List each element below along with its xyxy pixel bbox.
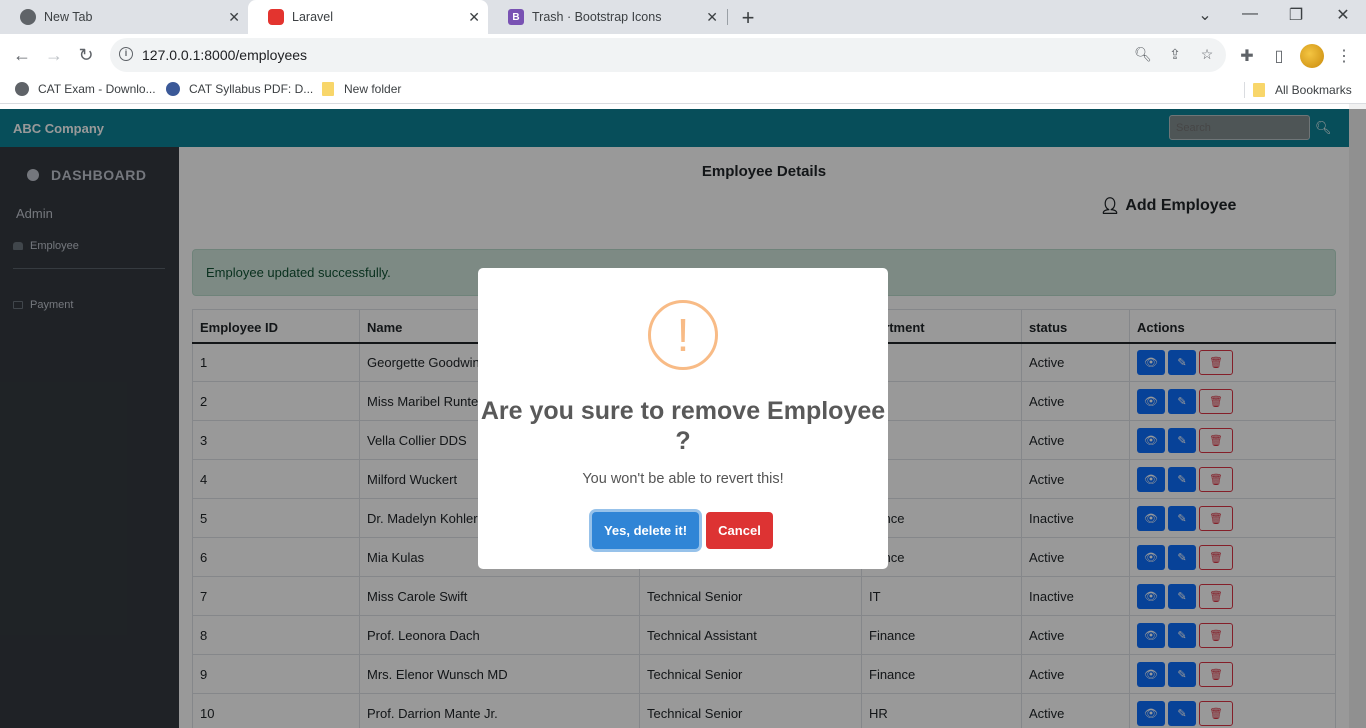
close-window-icon[interactable]: ✕	[1332, 5, 1354, 25]
tab-title: New Tab	[44, 10, 93, 24]
url-text[interactable]: 127.0.0.1:8000/employees	[142, 47, 307, 63]
profile-avatar[interactable]	[1300, 44, 1324, 68]
menu-kebab-icon[interactable]: ⋮	[1334, 46, 1354, 66]
cancel-button[interactable]: Cancel	[706, 512, 773, 549]
new-tab-plus-icon[interactable]: +	[737, 5, 759, 31]
bookmark-label: CAT Syllabus PDF: D...	[189, 82, 314, 96]
all-bookmarks[interactable]: All Bookmarks	[1244, 82, 1352, 98]
dialog-text: You won't be able to revert this!	[582, 471, 784, 487]
browser-toolbar: ← → ↻ i 127.0.0.1:8000/employees 🔍︎ ⇪ ☆ …	[0, 34, 1366, 76]
bookmark-new-folder[interactable]: New folder	[322, 82, 401, 96]
bookmark-label: New folder	[344, 82, 402, 96]
bookmark-label: CAT Exam - Downlo...	[38, 82, 156, 96]
browser-tabstrip: New Tab ✕ Laravel ✕ B Trash · Bootstrap …	[0, 0, 1366, 34]
zoom-icon[interactable]: 🔍︎	[1134, 46, 1152, 63]
site-info-icon[interactable]: i	[119, 47, 133, 61]
folder-icon	[322, 82, 334, 96]
extensions-puzzle-icon[interactable]: ✚	[1237, 46, 1257, 66]
address-bar[interactable]: i 127.0.0.1:8000/employees 🔍︎ ⇪ ☆	[110, 38, 1226, 72]
site-logo-icon	[166, 82, 180, 96]
tab-title: Laravel	[292, 10, 333, 24]
tab-separator	[727, 9, 728, 25]
all-bookmarks-label: All Bookmarks	[1275, 83, 1352, 97]
divider	[1244, 82, 1245, 98]
tab-new-tab[interactable]: New Tab ✕	[0, 0, 248, 34]
folder-icon	[1253, 83, 1265, 97]
share-icon[interactable]: ⇪	[1166, 46, 1184, 63]
side-panel-icon[interactable]: ▯	[1269, 46, 1289, 66]
laravel-icon	[268, 9, 284, 25]
globe-icon	[15, 82, 29, 96]
dialog-title: Are you sure to remove Employee ?	[480, 397, 886, 455]
bookmark-cat-syllabus[interactable]: CAT Syllabus PDF: D...	[166, 82, 313, 96]
chrome-icon	[20, 9, 36, 25]
bookmark-star-icon[interactable]: ☆	[1198, 46, 1216, 63]
warning-icon: !	[648, 300, 718, 370]
restore-icon[interactable]: ❐	[1285, 5, 1307, 25]
bookmark-cat-exam[interactable]: CAT Exam - Downlo...	[15, 82, 156, 96]
confirm-delete-dialog: ! Are you sure to remove Employee ? You …	[478, 268, 888, 569]
minimize-icon[interactable]: —	[1239, 5, 1261, 23]
bootstrap-icon: B	[508, 9, 524, 25]
tab-title: Trash · Bootstrap Icons	[532, 10, 662, 24]
close-tab-icon[interactable]: ✕	[706, 9, 718, 26]
tab-search-chevron-icon[interactable]: ⌄	[1194, 5, 1216, 25]
back-arrow-icon[interactable]: ←	[10, 43, 34, 67]
reload-icon[interactable]: ↻	[74, 43, 98, 67]
tab-laravel[interactable]: Laravel ✕	[248, 0, 488, 34]
confirm-delete-button[interactable]: Yes, delete it!	[592, 512, 699, 549]
close-tab-icon[interactable]: ✕	[468, 9, 480, 26]
tab-bootstrap-icons[interactable]: B Trash · Bootstrap Icons ✕	[488, 0, 726, 34]
close-tab-icon[interactable]: ✕	[228, 9, 240, 26]
bookmarks-bar: CAT Exam - Downlo... CAT Syllabus PDF: D…	[0, 76, 1366, 104]
forward-arrow-icon[interactable]: →	[42, 43, 66, 67]
